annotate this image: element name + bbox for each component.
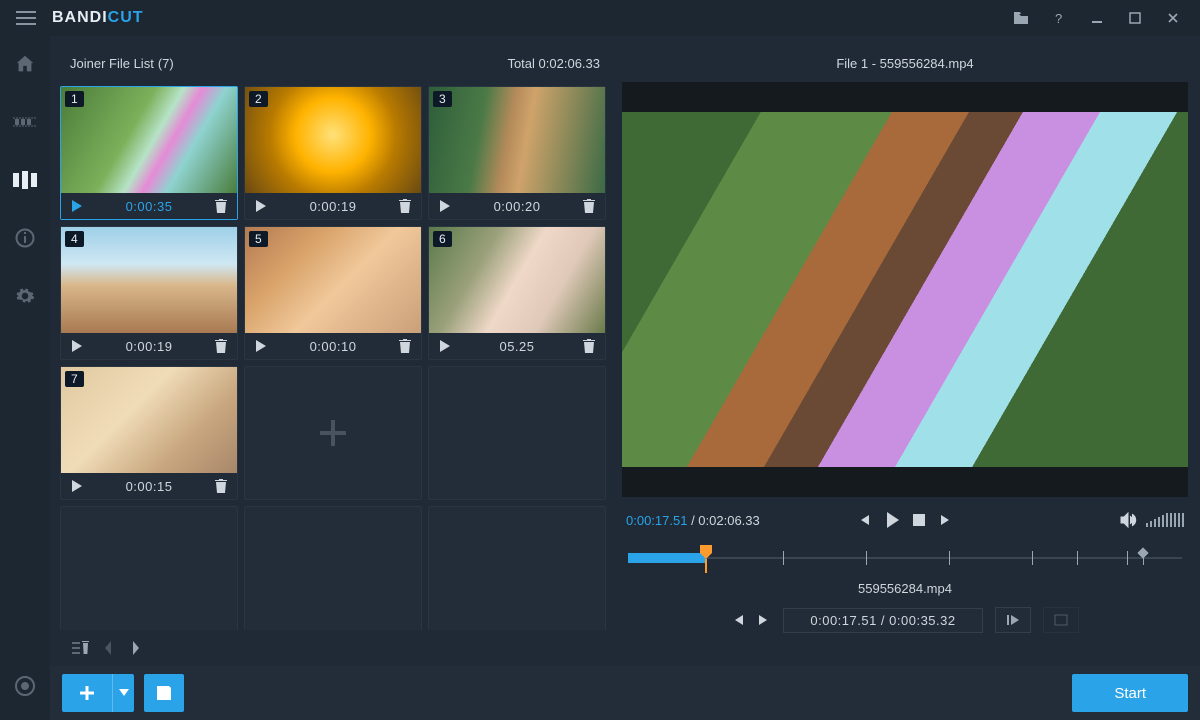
clip-delete-button[interactable] [211, 479, 231, 493]
clip-slot[interactable]: 6 05.25 [428, 226, 606, 360]
seg-prev-button[interactable] [731, 613, 745, 627]
clip-play-button[interactable] [67, 340, 87, 352]
svg-text:?: ? [1055, 11, 1062, 25]
clip-thumbnail[interactable] [429, 227, 605, 333]
clip-slot[interactable]: 3 0:00:20 [428, 86, 606, 220]
clip-delete-button[interactable] [579, 339, 599, 353]
clip-play-button[interactable] [251, 200, 271, 212]
clip-duration: 0:00:35 [87, 199, 211, 214]
next-page-button[interactable] [122, 634, 150, 662]
nav-settings[interactable] [0, 276, 50, 316]
minimize-button[interactable] [1078, 0, 1116, 36]
clip-duration: 0:00:19 [271, 199, 395, 214]
close-button[interactable] [1154, 0, 1192, 36]
segment-filename: 559556284.mp4 [626, 575, 1184, 603]
add-clip-slot[interactable] [244, 366, 422, 500]
clip-duration: 0:00:19 [87, 339, 211, 354]
mark-in-button[interactable] [995, 607, 1031, 633]
timeline[interactable] [628, 541, 1182, 575]
open-folder-button[interactable] [1002, 0, 1040, 36]
preview-video[interactable] [622, 82, 1188, 497]
clip-play-button[interactable] [435, 340, 455, 352]
list-count: (7) [158, 56, 174, 71]
empty-slot [428, 366, 606, 500]
clip-play-button[interactable] [435, 200, 455, 212]
clip-slot[interactable]: 5 0:00:10 [244, 226, 422, 360]
nav-cut[interactable] [0, 102, 50, 142]
start-button[interactable]: Start [1072, 674, 1188, 712]
prev-page-button[interactable] [94, 634, 122, 662]
nav-join[interactable] [0, 160, 50, 200]
clip-play-button[interactable] [67, 480, 87, 492]
clip-duration: 05.25 [455, 339, 579, 354]
clip-slot[interactable]: 7 0:00:15 [60, 366, 238, 500]
nav-info[interactable] [0, 218, 50, 258]
clear-list-button[interactable] [66, 634, 94, 662]
clip-delete-button[interactable] [211, 199, 231, 213]
menu-button[interactable] [8, 11, 44, 25]
next-clip-button[interactable] [939, 513, 953, 527]
clip-duration: 0:00:10 [271, 339, 395, 354]
stop-button[interactable] [913, 514, 925, 526]
clip-delete-button[interactable] [579, 199, 599, 213]
add-file-dropdown[interactable] [112, 674, 134, 712]
clip-number: 7 [65, 371, 84, 387]
clip-slot[interactable]: 1 0:00:35 [60, 86, 238, 220]
clip-delete-button[interactable] [211, 339, 231, 353]
list-total: Total 0:02:06.33 [507, 56, 600, 71]
logo-bandi: BANDI [52, 9, 108, 26]
clip-delete-button[interactable] [395, 339, 415, 353]
clip-play-button[interactable] [251, 340, 271, 352]
clip-thumbnail[interactable] [429, 87, 605, 193]
empty-slot [60, 506, 238, 630]
clip-thumbnail[interactable] [61, 87, 237, 193]
maximize-button[interactable] [1116, 0, 1154, 36]
clip-thumbnail[interactable] [61, 227, 237, 333]
volume-level[interactable] [1146, 513, 1184, 527]
clip-duration: 0:00:15 [87, 479, 211, 494]
list-header: Joiner File List (7) Total 0:02:06.33 [60, 44, 610, 82]
clip-play-button[interactable] [67, 200, 87, 212]
clip-thumbnail[interactable] [245, 87, 421, 193]
volume-icon[interactable] [1120, 512, 1138, 528]
empty-slot [428, 506, 606, 630]
segment-time-range: 0:00:17.51 / 0:00:35.32 [783, 608, 982, 633]
preview-title: File 1 - 559556284.mp4 [622, 44, 1188, 82]
clip-grid: 1 0:00:35 2 0:00:19 [60, 86, 608, 630]
clip-slot[interactable]: 2 0:00:19 [244, 86, 422, 220]
list-title: Joiner File List [70, 56, 154, 71]
clip-slot[interactable]: 4 0:00:19 [60, 226, 238, 360]
clip-delete-button[interactable] [395, 199, 415, 213]
clip-number: 6 [433, 231, 452, 247]
clip-number: 2 [249, 91, 268, 107]
record-button[interactable] [0, 666, 50, 706]
nav-home[interactable] [0, 44, 50, 84]
empty-slot [244, 506, 422, 630]
clip-number: 3 [433, 91, 452, 107]
prev-clip-button[interactable] [857, 513, 871, 527]
clip-number: 1 [65, 91, 84, 107]
clip-number: 4 [65, 231, 84, 247]
save-project-button[interactable] [144, 674, 184, 712]
clip-thumbnail[interactable] [61, 367, 237, 473]
play-button[interactable] [885, 512, 899, 528]
clip-number: 5 [249, 231, 268, 247]
mark-out-button[interactable] [1043, 607, 1079, 633]
seg-next-button[interactable] [757, 613, 771, 627]
app-logo: BANDICUT [52, 9, 144, 27]
clip-duration: 0:00:20 [455, 199, 579, 214]
playhead-time: 0:00:17.51 / 0:02:06.33 [626, 513, 760, 528]
logo-cut: CUT [108, 9, 144, 26]
add-file-button[interactable] [62, 674, 134, 712]
help-button[interactable]: ? [1040, 0, 1078, 36]
clip-thumbnail[interactable] [245, 227, 421, 333]
